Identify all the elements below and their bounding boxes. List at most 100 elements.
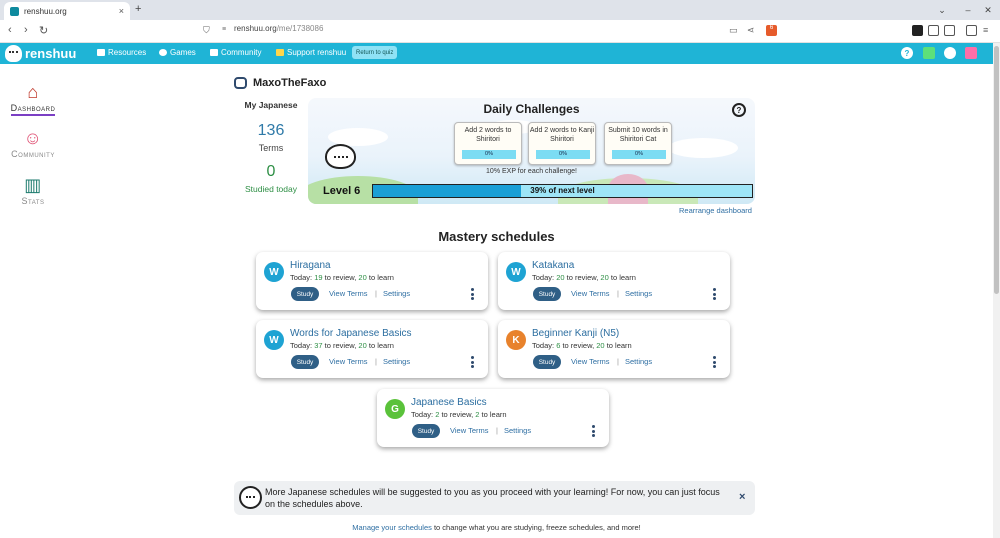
tab-title: renshuu.org: [24, 6, 67, 16]
schedule-title[interactable]: Japanese Basics: [411, 397, 487, 408]
chat-icon: [210, 49, 218, 56]
to-learn-label: to learn: [368, 273, 394, 282]
to-learn-label: to learn: [606, 341, 632, 350]
nav-label: Community: [221, 48, 262, 57]
nav-label: Resources: [108, 48, 147, 57]
nav-label: Support renshuu: [287, 48, 347, 57]
tab-search-icon[interactable]: ⌄: [934, 3, 950, 17]
bookmark-icon[interactable]: ⛉: [203, 25, 210, 36]
sidebar-toggle-icon[interactable]: [966, 25, 977, 36]
study-button[interactable]: Study: [291, 287, 319, 301]
nav-community[interactable]: Community: [210, 48, 261, 57]
inbox-icon[interactable]: [965, 47, 977, 59]
challenge-progress: 0%: [612, 150, 666, 159]
rearrange-dashboard-link[interactable]: Rearrange dashboard: [679, 206, 752, 215]
leftnav-community[interactable]: ☺ Community: [6, 129, 60, 159]
reload-icon[interactable]: ↻: [39, 24, 48, 37]
brave-shield-icon[interactable]: 6: [766, 25, 777, 36]
nav-resources[interactable]: Resources: [97, 48, 146, 57]
learn-count: 20: [358, 341, 367, 350]
view-terms-link[interactable]: View Terms: [329, 289, 368, 298]
terms-count[interactable]: 136: [234, 122, 308, 140]
more-options-icon[interactable]: [712, 288, 716, 300]
house-icon: ⌂: [27, 82, 39, 102]
challenge-progress: 0%: [462, 150, 516, 159]
manage-schedules-link[interactable]: Manage your schedules: [352, 523, 432, 532]
challenge-text: Add 2 words to Shiritori: [464, 127, 512, 143]
my-japanese-panel: My Japanese 136 Terms 0 Studied today: [234, 100, 308, 194]
learn-count: 20: [596, 341, 605, 350]
more-options-icon[interactable]: [470, 288, 474, 300]
wallet-icon[interactable]: [944, 25, 955, 36]
settings-link[interactable]: Settings: [504, 426, 531, 435]
view-terms-link[interactable]: View Terms: [571, 357, 610, 366]
scrollbar-thumb[interactable]: [994, 46, 999, 294]
share-icon[interactable]: ⋖: [747, 25, 755, 36]
return-to-quiz-button[interactable]: Return to quiz: [352, 46, 398, 59]
install-app-icon[interactable]: ▭: [729, 25, 738, 36]
mastery-title: Mastery schedules: [438, 229, 555, 244]
site-info-icon[interactable]: ≡: [222, 26, 226, 33]
schedule-title[interactable]: Katakana: [532, 260, 574, 271]
challenge-card[interactable]: Submit 10 words in Shiritori Cat 0%: [604, 122, 672, 165]
today-prefix: Today:: [411, 410, 434, 419]
renshuu-logo[interactable]: renshuu: [5, 45, 76, 62]
more-options-icon[interactable]: [470, 356, 474, 368]
schedule-title[interactable]: Beginner Kanji (N5): [532, 328, 619, 339]
forward-icon[interactable]: ›: [24, 24, 28, 36]
schedule-badge-icon: W: [264, 262, 284, 282]
to-review-label: to review,: [566, 273, 599, 282]
url-field[interactable]: renshuu.org/me/1738086: [234, 24, 323, 33]
to-learn-label: to learn: [481, 410, 507, 419]
leftnav-stats[interactable]: ▥ Stats: [6, 176, 60, 206]
menu-icon[interactable]: ≡: [983, 25, 988, 35]
more-options-icon[interactable]: [712, 356, 716, 368]
notice-close-icon[interactable]: ×: [739, 491, 745, 503]
close-window-icon[interactable]: ✕: [980, 3, 996, 17]
logo-mascot-icon: [5, 45, 22, 62]
view-terms-link[interactable]: View Terms: [450, 426, 489, 435]
more-options-icon[interactable]: [591, 425, 595, 437]
view-terms-link[interactable]: View Terms: [571, 289, 610, 298]
notice-text: More Japanese schedules will be suggeste…: [265, 487, 720, 509]
tab-close-icon[interactable]: ×: [119, 6, 124, 16]
review-count: 2: [435, 410, 440, 419]
browser-tab[interactable]: renshuu.org ×: [4, 2, 130, 20]
settings-link[interactable]: Settings: [625, 357, 652, 366]
daily-help-icon[interactable]: ?: [732, 103, 746, 117]
manage-rest-text: to change what you are studying, freeze …: [431, 523, 641, 532]
community-icon: ☺: [23, 128, 43, 148]
help-icon[interactable]: ?: [901, 47, 913, 59]
schedule-card: K Beginner Kanji (N5) Today: 6 to review…: [498, 320, 730, 378]
profile-avatar-icon[interactable]: [944, 47, 956, 59]
username[interactable]: MaxoTheFaxo: [253, 77, 326, 89]
schedule-today: Today: 6 to review, 20 to learn: [532, 341, 632, 350]
study-button[interactable]: Study: [533, 355, 561, 369]
study-button[interactable]: Study: [291, 355, 319, 369]
settings-link[interactable]: Settings: [625, 289, 652, 298]
extensions-puzzle-icon[interactable]: [928, 25, 939, 36]
settings-link[interactable]: Settings: [383, 357, 410, 366]
to-review-label: to review,: [324, 273, 357, 282]
link-separator: |: [617, 357, 619, 366]
view-terms-link[interactable]: View Terms: [329, 357, 368, 366]
challenge-card[interactable]: Add 2 words to Shiritori 0%: [454, 122, 522, 165]
notebook-icon[interactable]: [923, 47, 935, 59]
extension-icon[interactable]: [912, 25, 923, 36]
study-button[interactable]: Study: [412, 424, 440, 438]
challenge-card[interactable]: Add 2 words to Kanji Shiritori 0%: [528, 122, 596, 165]
schedule-title[interactable]: Words for Japanese Basics: [290, 328, 412, 339]
today-prefix: Today:: [532, 273, 555, 282]
minimize-icon[interactable]: –: [960, 3, 976, 17]
settings-link[interactable]: Settings: [383, 289, 410, 298]
new-tab-button[interactable]: +: [135, 3, 141, 15]
back-icon[interactable]: ‹: [8, 24, 12, 36]
nav-support[interactable]: Support renshuu: [276, 48, 346, 57]
schedule-badge-icon: W: [264, 330, 284, 350]
study-button[interactable]: Study: [533, 287, 561, 301]
schedule-title[interactable]: Hiragana: [290, 260, 331, 271]
review-count: 19: [314, 273, 323, 282]
leftnav-dashboard[interactable]: ⌂ Dashboard: [6, 82, 60, 116]
link-separator: |: [375, 357, 377, 366]
nav-games[interactable]: Games: [159, 48, 196, 57]
